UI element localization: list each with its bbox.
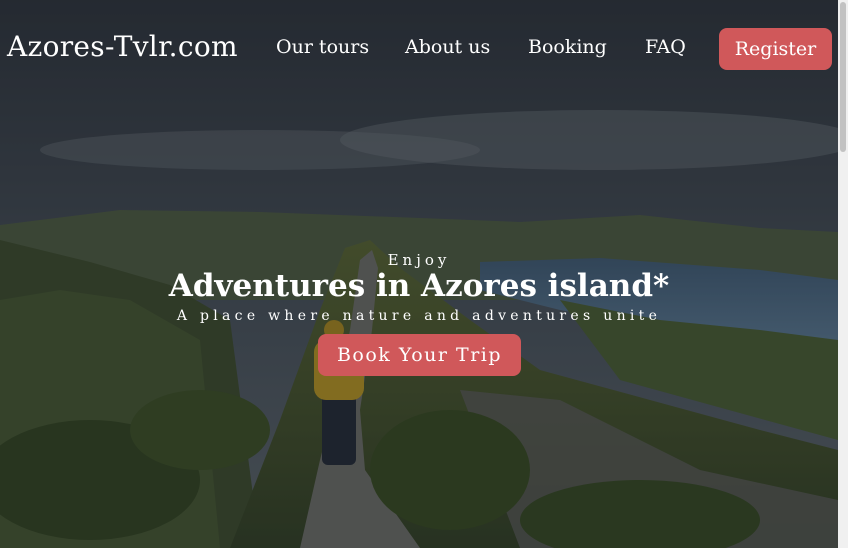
hero-tagline: A place where nature and adventures unit… bbox=[176, 308, 662, 324]
hero-section: Azores-Tvlr.com Our tours About us Booki… bbox=[0, 0, 838, 548]
nav-faq[interactable]: FAQ bbox=[645, 36, 686, 58]
nav-our-tours[interactable]: Our tours bbox=[276, 36, 369, 58]
hero-title: Adventures in Azores island* bbox=[168, 268, 670, 304]
scrollbar-thumb[interactable] bbox=[840, 2, 846, 152]
register-button[interactable]: Register bbox=[719, 28, 832, 70]
top-navigation: Azores-Tvlr.com Our tours About us Booki… bbox=[0, 0, 838, 100]
page-scrollbar[interactable] bbox=[838, 0, 848, 548]
hero-kicker: Enjoy bbox=[387, 251, 451, 269]
brand-logo-link[interactable]: Azores-Tvlr.com bbox=[7, 30, 238, 63]
nav-booking[interactable]: Booking bbox=[528, 36, 607, 58]
nav-about-us[interactable]: About us bbox=[405, 36, 490, 58]
book-trip-button[interactable]: Book Your Trip bbox=[318, 334, 521, 376]
